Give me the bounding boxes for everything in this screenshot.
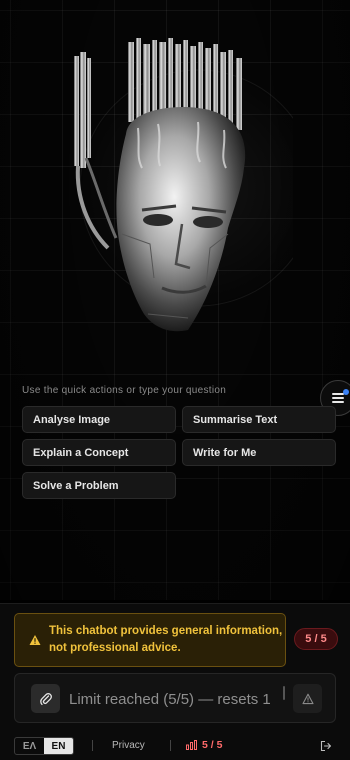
language-toggle: EΛ EN [14,737,74,755]
quick-action-explain-concept[interactable]: Explain a Concept [22,439,176,466]
disclaimer-banner: This chatbot provides general informatio… [14,613,286,667]
paperclip-icon [39,692,52,705]
send-button[interactable] [293,684,322,713]
privacy-link[interactable]: Privacy [112,740,145,751]
menu-icon [332,393,344,403]
input-scrollbar [283,686,285,700]
usage-text: 5 / 5 [202,739,223,751]
quick-actions-hint: Use the quick actions or type your quest… [22,385,227,396]
footer-divider [170,740,171,751]
hero-robot-head-image [58,38,293,338]
message-count-badge: 5 / 5 [294,628,338,650]
usage-indicator: 5 / 5 [186,739,222,751]
alert-triangle-icon [301,693,314,704]
quick-action-analyse-image[interactable]: Analyse Image [22,406,176,433]
lang-option-english[interactable]: EN [44,738,73,754]
bar-chart-icon [186,740,197,750]
quick-action-summarise-text[interactable]: Summarise Text [182,406,336,433]
lang-option-greek[interactable]: EΛ [15,738,44,754]
notification-dot [343,389,349,395]
logout-icon [320,740,332,752]
composer [14,673,336,723]
quick-action-solve-problem[interactable]: Solve a Problem [22,472,176,499]
disclaimer-text: This chatbot provides general informatio… [49,625,283,654]
attach-button[interactable] [31,684,60,713]
warning-icon [29,635,41,645]
message-input[interactable] [69,689,287,709]
logout-button[interactable] [320,739,332,757]
quick-action-write-for-me[interactable]: Write for Me [182,439,336,466]
footer-divider [92,740,93,751]
